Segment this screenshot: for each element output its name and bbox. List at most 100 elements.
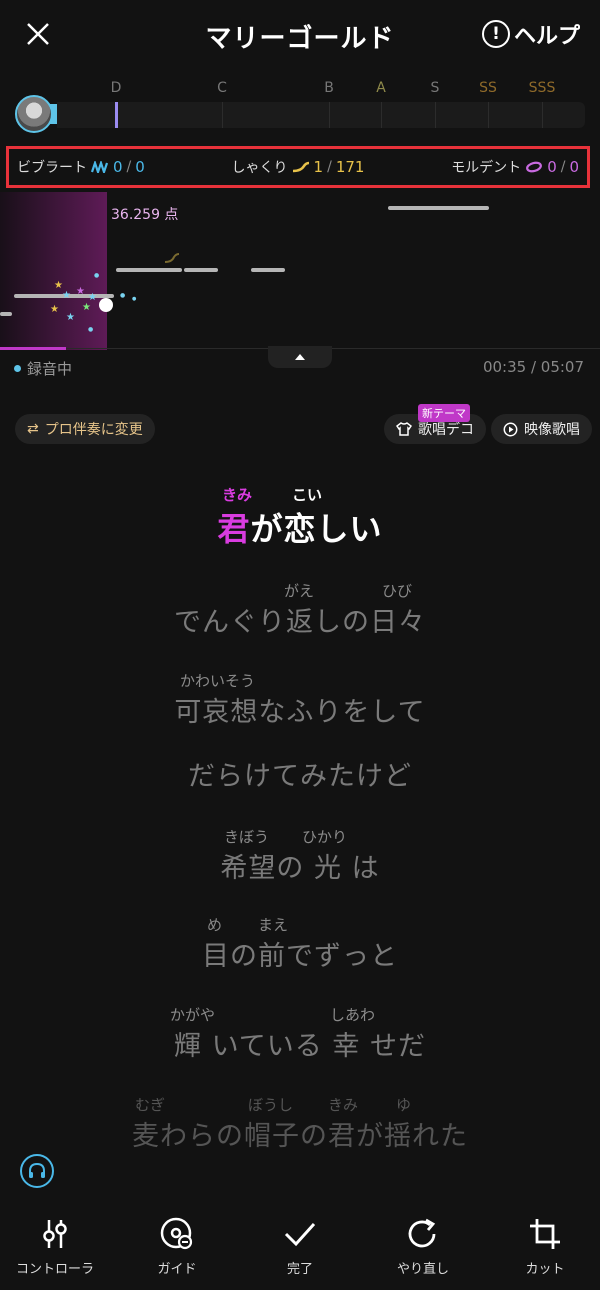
technique-stats: ビブラート 0 / 0 しゃくり 1 / 171 モルデント 0 / 0 xyxy=(6,146,590,188)
recording-status: 録音中 xyxy=(14,358,72,379)
vibrato-separator: / xyxy=(126,159,132,175)
lyric-unsung-part: が恋しい xyxy=(250,510,383,548)
pitch-note xyxy=(116,268,182,272)
ruby-text: かがや xyxy=(170,1006,216,1024)
stat-vibrato: ビブラート 0 / 0 xyxy=(17,157,145,177)
lyric-ruby: かがや しあわ xyxy=(0,1004,600,1024)
recording-label: 録音中 xyxy=(27,360,73,378)
video-singing-button[interactable]: 映像歌唱 xyxy=(491,414,592,444)
controller-button[interactable]: コントローラ xyxy=(0,1210,110,1277)
guide-button[interactable]: ガイド xyxy=(122,1210,232,1277)
mordent-icon xyxy=(526,161,543,173)
redo-label: やり直し xyxy=(396,1262,449,1277)
sparkle-dot: ● xyxy=(88,326,94,333)
grade-meter: D C B A S SS SSS xyxy=(0,80,600,140)
vibrato-label: ビブラート xyxy=(17,160,87,176)
grade-divider xyxy=(329,102,330,128)
shakuri-label: しゃくり xyxy=(231,160,288,176)
score-label: 36.259 点 xyxy=(111,207,179,223)
stat-mordent: モルデント 0 / 0 xyxy=(451,157,579,177)
lyric-line: がえ ひび でんぐり返しの日々 xyxy=(0,580,600,639)
help-button[interactable]: ! ヘルプ xyxy=(481,18,580,50)
lyric-text: 希望の 光 は xyxy=(220,853,380,884)
ruby-text: め xyxy=(207,916,223,934)
grade-label-c: C xyxy=(217,80,227,96)
mordent-label: モルデント xyxy=(451,160,522,176)
lyric-line: きぼう ひかり 希望の 光 は xyxy=(0,826,600,885)
pro-accompaniment-label: プロ伴奏に変更 xyxy=(44,422,143,438)
pitch-cursor xyxy=(99,298,113,312)
mordent-separator: / xyxy=(560,159,566,175)
new-theme-badge: 新テーマ xyxy=(418,404,470,422)
pitch-note xyxy=(388,206,489,210)
shakuri-value: 1 xyxy=(313,158,324,176)
lyric-sung-part: 君 xyxy=(217,510,251,548)
lyric-line: かわいそう 可哀想なふりをして xyxy=(0,670,600,729)
grade-divider xyxy=(381,102,382,128)
lyric-line: むぎ ぼうし きみ ゆ 麦わらの帽子の君が揺れた xyxy=(0,1094,600,1153)
sparkle-dot: ● xyxy=(120,292,126,299)
redo-icon xyxy=(408,1218,436,1248)
ruby-text: ひかり xyxy=(302,828,348,846)
cut-label: カット xyxy=(525,1262,565,1277)
star-icon: ★ xyxy=(62,290,71,301)
grade-track xyxy=(57,102,585,128)
controller-label: コントローラ xyxy=(15,1262,94,1277)
cut-button[interactable]: カット xyxy=(490,1210,600,1277)
pitch-graph: 36.259 点 ★ ★ ★ ★ ★ ★ ★ ● ● ● ● xyxy=(0,192,600,350)
grade-label-a: A xyxy=(376,80,386,96)
star-icon: ★ xyxy=(82,302,91,313)
headphone-icon xyxy=(29,1162,45,1178)
collapse-handle[interactable] xyxy=(268,346,332,368)
recording-dot xyxy=(14,365,21,372)
done-button[interactable]: 完了 xyxy=(245,1210,355,1277)
vibrato-total: 0 xyxy=(135,158,145,176)
stat-shakuri: しゃくり 1 / 171 xyxy=(232,157,365,177)
header: マリーゴールド ! ヘルプ xyxy=(0,0,600,72)
lyric-line-current: きみ こい 君が恋しい xyxy=(0,484,600,550)
swap-icon: ⇄ xyxy=(27,421,39,437)
vibrato-value: 0 xyxy=(113,158,123,176)
redo-button[interactable]: やり直し xyxy=(368,1210,478,1277)
shirt-icon xyxy=(396,422,412,436)
ruby-text: むぎ xyxy=(135,1096,166,1114)
headphone-button[interactable] xyxy=(20,1154,54,1188)
lyric-text: 可哀想なふりをして xyxy=(174,697,426,728)
lyric-ruby: むぎ ぼうし きみ ゆ xyxy=(0,1094,600,1114)
play-circle-icon xyxy=(503,422,518,436)
star-icon: ★ xyxy=(50,304,59,315)
lyric-text: 君が恋しい xyxy=(0,504,600,550)
grade-marker xyxy=(115,102,118,128)
grade-divider xyxy=(222,102,223,128)
shakuri-total: 171 xyxy=(335,158,365,176)
singing-deco-label: 歌唱デコ xyxy=(418,422,474,438)
ruby-text: きみ xyxy=(328,1096,359,1114)
checkmark-icon xyxy=(284,1222,316,1247)
bottom-toolbar: コントローラ ガイド 完了 やり直し カット xyxy=(0,1210,600,1290)
ruby-text: ぼうし xyxy=(248,1096,294,1114)
star-icon: ★ xyxy=(66,312,75,323)
video-singing-label: 映像歌唱 xyxy=(524,422,580,438)
pitch-note xyxy=(0,312,12,316)
ruby-text: しあわ xyxy=(330,1006,376,1024)
lyric-ruby xyxy=(0,734,600,754)
mordent-total: 0 xyxy=(569,158,579,176)
lyric-ruby: がえ ひび xyxy=(0,580,600,600)
shakuri-separator: / xyxy=(327,159,332,175)
time-readout: 00:35 / 05:07 xyxy=(482,358,584,376)
sparkle-dot: ● xyxy=(94,272,100,279)
grade-divider xyxy=(542,102,543,128)
grade-label-b: B xyxy=(324,80,334,96)
avatar[interactable] xyxy=(15,95,53,133)
pro-accompaniment-button[interactable]: ⇄ プロ伴奏に変更 xyxy=(15,414,155,444)
grade-divider xyxy=(488,102,489,128)
crop-icon xyxy=(530,1219,560,1249)
star-icon: ★ xyxy=(88,292,97,303)
pitch-note xyxy=(184,268,218,272)
vibrato-icon xyxy=(91,161,109,173)
grade-divider xyxy=(435,102,436,128)
lyric-ruby: かわいそう xyxy=(0,670,600,690)
guide-disc-icon xyxy=(160,1217,193,1250)
lyric-ruby: きぼう ひかり xyxy=(0,826,600,846)
ruby-text: こい xyxy=(292,486,323,504)
